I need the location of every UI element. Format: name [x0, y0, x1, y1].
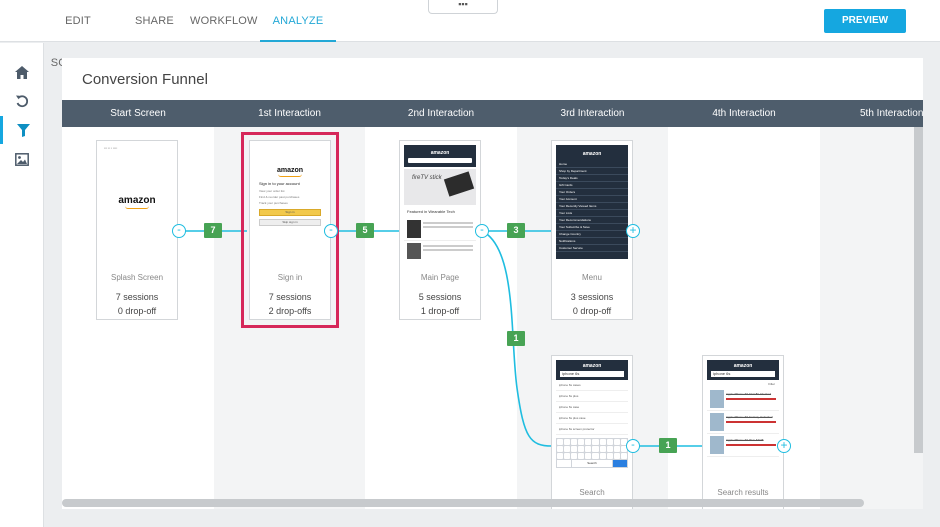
thumb-signin-heading: Sign in to your account — [259, 181, 300, 186]
thumb-menu-item: Today's Deals — [556, 175, 628, 182]
thumb-header: amazon iphone 6s — [707, 360, 779, 380]
screen-thumbnail: amazon iphone 6s Filter Apple iPhone 6S … — [707, 360, 779, 474]
expand-branch-button[interactable]: + — [777, 439, 791, 453]
thumb-menu-item: Your Lists — [556, 210, 628, 217]
thumb-keyboard-bottom: Search — [556, 460, 628, 468]
undo-icon — [16, 95, 29, 108]
card-dropoffs: 0 drop-off — [572, 306, 612, 316]
tab-workflow[interactable]: WORKFLOW — [190, 0, 257, 42]
sidebar-item-funnel[interactable] — [0, 116, 44, 144]
thumb-menu-item: Notifications — [556, 238, 628, 245]
conversion-funnel-panel: Conversion Funnel Start Screen 1st Inter… — [62, 58, 923, 509]
tab-share[interactable]: SHARE — [135, 0, 174, 42]
transition-count: 7 — [204, 223, 222, 238]
thumb-suggestion: iphone 6s cases — [556, 380, 628, 391]
sidebar-item-undo[interactable] — [0, 87, 44, 115]
thumb-banner: fireTV stick — [404, 169, 476, 205]
thumb-menu-item: Shop by Department — [556, 168, 628, 175]
card-name: Search results — [717, 488, 769, 497]
funnel-card-sign-in[interactable]: amazon Sign in to your account View your… — [241, 132, 339, 328]
thumb-product — [404, 218, 476, 241]
vertical-scrollbar[interactable] — [914, 127, 923, 453]
thumb-signin-button: Sign in — [259, 209, 321, 216]
collapse-branch-button[interactable]: - — [324, 224, 338, 238]
thumb-header: amazon iphone 6s — [556, 360, 628, 380]
tab-analyze[interactable]: ANALYZE — [260, 0, 336, 42]
thumb-menu-item: Your Recently Viewed Items — [556, 203, 628, 210]
funnel-card-menu[interactable]: amazon Home Shop by Department Today's D… — [551, 140, 633, 320]
thumb-featured: Featured in Wearable Tech — [407, 209, 455, 214]
amazon-logo: amazon — [582, 151, 602, 157]
expand-branch-button[interactable]: + — [626, 224, 640, 238]
thumb-menu-item: Customer Service — [556, 245, 628, 252]
filter-icon — [17, 123, 30, 137]
funnel-card-main-page[interactable]: amazon fireTV stick Featured in Wearable… — [399, 140, 481, 320]
tab-edit-screens[interactable]: EDIT SCREENS — [46, 0, 110, 69]
thumb-signin-item: Track your purchases — [259, 201, 288, 205]
card-name: Menu — [581, 273, 602, 282]
sidebar-item-images[interactable] — [0, 145, 44, 173]
preview-button[interactable]: PREVIEW — [824, 9, 906, 33]
amazon-logo: amazon — [582, 363, 602, 369]
collapse-branch-button[interactable]: - — [475, 224, 489, 238]
thumb-menu-item: Your Account — [556, 196, 628, 203]
transition-count: 1 — [659, 438, 677, 453]
thumb-result: Apple iPhone 6S Factory Unlocked — [707, 411, 779, 434]
thumb-skip-button: Skip sign in — [259, 219, 321, 226]
thumb-menu-item: Change Country — [556, 231, 628, 238]
screen-thumbnail: ▪▪▪ ▪▪ ▪ ▪▪▪▪ amazon — [101, 145, 173, 259]
card-dropoffs: 1 drop-off — [420, 306, 460, 316]
screen-thumbnail: amazon Sign in to your account View your… — [254, 145, 326, 259]
funnel-card-search-results[interactable]: amazon iphone 6s Filter Apple iPhone 6S … — [702, 355, 784, 509]
card-name: Search — [579, 488, 605, 497]
amazon-logo: amazon — [430, 150, 450, 156]
thumb-result: Apple iPhone 6S Plus 64GB — [707, 434, 779, 457]
thumb-suggestion: iphone 6s screen protector — [556, 424, 628, 435]
funnel-connectors — [178, 230, 704, 447]
thumb-menu-item: Gift Cards — [556, 182, 628, 189]
thumb-product — [404, 241, 476, 259]
thumb-filter: Filter — [768, 382, 775, 386]
funnel-card-splash-screen[interactable]: ▪▪▪ ▪▪ ▪ ▪▪▪▪ amazon Splash Screen 7 ses… — [96, 140, 178, 320]
thumb-result: Apple iPhone 6S 64 GB Unlocked — [707, 388, 779, 411]
transition-count: 1 — [507, 331, 525, 346]
thumb-suggestion: iphone 6s plus — [556, 391, 628, 402]
thumb-menu-item: Home — [556, 161, 628, 168]
thumb-status-bar: ▪▪▪ ▪▪ ▪ ▪▪▪▪ — [104, 146, 118, 150]
amazon-logo: amazon — [733, 363, 753, 369]
collapse-branch-button[interactable]: - — [626, 439, 640, 453]
image-icon — [15, 152, 29, 166]
horizontal-scrollbar[interactable] — [62, 499, 864, 507]
transition-count: 5 — [356, 223, 374, 238]
card-sessions: 7 sessions — [268, 292, 312, 302]
funnel-card-search[interactable]: amazon iphone 6s iphone 6s cases iphone … — [551, 355, 633, 509]
card-sessions: 5 sessions — [418, 292, 462, 302]
thumb-menu-item: Your Subscribe & Save — [556, 224, 628, 231]
thumb-keyboard — [556, 438, 628, 460]
card-name: Splash Screen — [110, 273, 164, 282]
home-icon — [15, 65, 29, 79]
amazon-logo: amazon — [101, 195, 173, 209]
collapse-handle[interactable]: ▪▪▪ — [428, 0, 498, 14]
transition-count: 3 — [507, 223, 525, 238]
thumb-suggestion: iphone 6s case — [556, 402, 628, 413]
card-sessions: 7 sessions — [115, 292, 159, 302]
thumb-menu-item: Your Recommendations — [556, 217, 628, 224]
thumb-menu-item: Your Orders — [556, 189, 628, 196]
amazon-logo: amazon — [254, 167, 326, 177]
screen-thumbnail: amazon fireTV stick Featured in Wearable… — [404, 145, 476, 259]
top-navigation: EDIT SCREENS SHARE WORKFLOW ANALYZE ▪▪▪ … — [0, 0, 940, 69]
thumb-suggestion: iphone 6s plus case — [556, 413, 628, 424]
card-dropoffs: 0 drop-off — [117, 306, 157, 316]
card-dropoffs: 2 drop-offs — [268, 306, 312, 316]
card-name: Sign in — [277, 273, 303, 282]
card-sessions: 3 sessions — [570, 292, 614, 302]
card-name: Main Page — [420, 273, 460, 282]
sidebar — [0, 43, 44, 527]
screen-thumbnail: amazon iphone 6s iphone 6s cases iphone … — [556, 360, 628, 474]
sidebar-item-home[interactable] — [0, 58, 44, 86]
collapse-branch-button[interactable]: - — [172, 224, 186, 238]
thumb-header: amazon — [404, 145, 476, 167]
screen-thumbnail: amazon Home Shop by Department Today's D… — [556, 145, 628, 259]
